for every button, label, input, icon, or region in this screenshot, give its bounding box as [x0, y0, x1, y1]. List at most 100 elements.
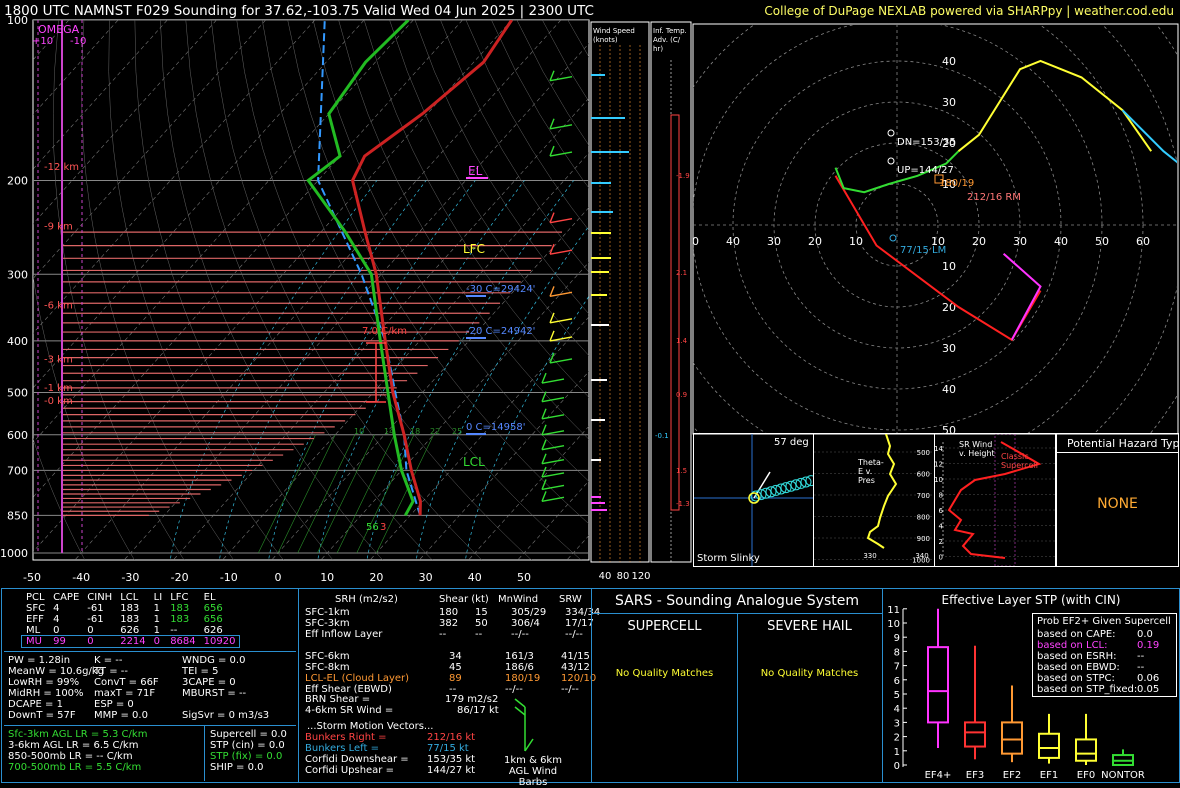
stp-category: EF1	[1040, 770, 1058, 781]
stp-legend: Prob EF2+ Given Supercell based on CAPE:…	[1032, 613, 1177, 697]
kin-h-srw: SRW	[559, 594, 582, 605]
kin-cell: 89	[449, 673, 462, 684]
kin-row: LCL-EL (Cloud Layer)89180/19120/10	[299, 673, 591, 684]
temp-adv-value: 0.9	[676, 391, 687, 399]
hodo-ring-label-up: 40	[942, 55, 956, 68]
parcel-cell: 183	[166, 603, 199, 614]
wind-barb-flag	[542, 440, 546, 450]
dry-adiabat	[211, 20, 486, 564]
corfidi-down-marker	[888, 130, 894, 136]
kin-cell: --	[475, 629, 482, 640]
stp-legend-row: based on STPC:0.06	[1033, 673, 1176, 684]
kin-cell: SFC-6km	[305, 651, 350, 662]
pressure-tick-600: 600	[7, 429, 28, 442]
stp-box	[965, 722, 985, 746]
parcel-row: MU99022140868410920	[22, 636, 239, 647]
kin-h-srh: SRH (m2/s2)	[335, 594, 398, 605]
wind-barb-flag	[550, 71, 554, 81]
kin-cell: --/--	[511, 629, 529, 640]
kin-cell: LCL-EL (Cloud Layer)	[305, 673, 409, 684]
corfidi-up-marker	[888, 158, 894, 164]
theta-title: Theta-E v. Pres	[858, 458, 888, 485]
stp-legend-label: based on CAPE:	[1037, 629, 1116, 640]
srw-tick: 8	[939, 492, 943, 500]
kin-cell: SFC-8km	[305, 662, 350, 673]
parcel-cell: 4	[49, 603, 83, 614]
stp-ytick: 5	[894, 690, 900, 701]
stp-category: EF2	[1003, 770, 1021, 781]
wind-barb	[550, 125, 572, 129]
hodo-lm-label: 77/15 LM	[900, 245, 946, 256]
thermo-col3: WNDG = 0.0TEI = 53CAPE = 0MBURST = -- Si…	[182, 655, 269, 721]
moist-adiabat	[415, 180, 622, 564]
hodo-x-tick: 30	[1013, 235, 1027, 248]
temp-adv-value: -0.1	[655, 432, 669, 440]
lapse-rates: Sfc-3km AGL LR = 5.3 C/km3-6km AGL LR = …	[8, 729, 147, 773]
kin-row: SFC-3km38250306/417/17	[299, 618, 591, 629]
stp-legend-label: based on STPC:	[1037, 673, 1115, 684]
kin-cell: --/--	[565, 629, 583, 640]
sars-panel: SARS - Sounding Analogue System SUPERCEL…	[591, 588, 883, 783]
isotherm	[169, 8, 670, 564]
parcel-header-row: PCLCAPECINHLCLLILFCEL	[22, 592, 239, 603]
index-line: DownT = 57F	[8, 710, 104, 721]
hodo-x-tick: 50	[1095, 235, 1109, 248]
parcel-header: EL	[200, 592, 240, 603]
temp-tick-40: 40	[468, 571, 482, 584]
wind-barb	[550, 152, 572, 156]
sfc-dewpoint-label: 56	[366, 522, 379, 533]
hodo-ring-label-down: 10	[942, 260, 956, 273]
motion-label: Corfidi Downshear =	[305, 754, 409, 765]
omega-right: -10	[70, 36, 86, 47]
index-line: MMP = 0.0	[94, 710, 159, 721]
srw-title: SR Wind v. Height	[959, 440, 999, 458]
hodo-dn-label: DN=153/35	[897, 137, 956, 148]
parcel-cell: MU	[22, 636, 49, 647]
kin-cell: --/--	[561, 684, 579, 695]
temp-tick-20: 20	[369, 571, 383, 584]
kin-cell: --	[439, 629, 446, 640]
dry-adiabat	[186, 20, 437, 564]
hodo-x-tick: 20	[972, 235, 986, 248]
temp-adv-title-1: Inf. Temp.	[653, 27, 687, 35]
kin-cell: 43/12	[561, 662, 590, 673]
wind-speed-tick: 40	[599, 571, 612, 582]
isotherm	[0, 8, 178, 564]
kinematic-panel: SRH (m2/s2) Shear (kt) MnWind SRW SFC-1k…	[298, 588, 592, 783]
index-line: WNDG = 0.0	[182, 655, 269, 666]
parcel-cell: 4	[49, 614, 83, 625]
hodo-x-tick: 50	[685, 235, 699, 248]
dry-adiabat	[24, 20, 137, 564]
kin-cell: 180	[439, 607, 458, 618]
hodo-ring-label-up: 50	[942, 14, 956, 27]
motion-row: Bunkers Left =77/15 kt	[305, 743, 495, 754]
height-label: -12 km	[44, 162, 79, 173]
parcel-cell: 99	[49, 636, 83, 647]
kin-cell: 17/17	[565, 618, 594, 629]
sars-supercell: SUPERCELL	[592, 619, 737, 634]
omega-left: +10	[32, 36, 53, 47]
hazard-panel: Potential Hazard Type NONE	[1056, 433, 1179, 567]
wind-speed-title-2: (knots)	[593, 36, 618, 44]
theta-trace	[868, 434, 896, 548]
kin-row: SFC-1km18015305/29334/34	[299, 607, 591, 618]
motion-row: Corfidi Downshear =153/35 kt	[305, 754, 495, 765]
parcel-row: ML006261--626	[22, 625, 239, 636]
kin-cell: 161/3	[505, 651, 534, 662]
index-line: MBURST = --	[182, 688, 269, 699]
index-line: STP (cin) = 0.0	[210, 740, 287, 751]
pressure-tick-500: 500	[7, 387, 28, 400]
temp-tick--30: -30	[121, 571, 139, 584]
motion-label: Corfidi Upshear =	[305, 765, 394, 776]
parcel-cell: 1	[150, 603, 167, 614]
wind-barb	[550, 77, 572, 81]
stp-ytick: 9	[894, 633, 900, 644]
parcel-row: SFC4-611831183656	[22, 603, 239, 614]
stp-box	[1039, 734, 1059, 758]
parcel-header: PCL	[22, 592, 49, 603]
kin-cell: 41/15	[561, 651, 590, 662]
parcel-cell: --	[166, 625, 199, 636]
stp-legend-label: based on STP_fixed:	[1037, 684, 1137, 695]
kin-cell: 45	[449, 662, 462, 673]
wind-barb-flag	[542, 425, 546, 435]
